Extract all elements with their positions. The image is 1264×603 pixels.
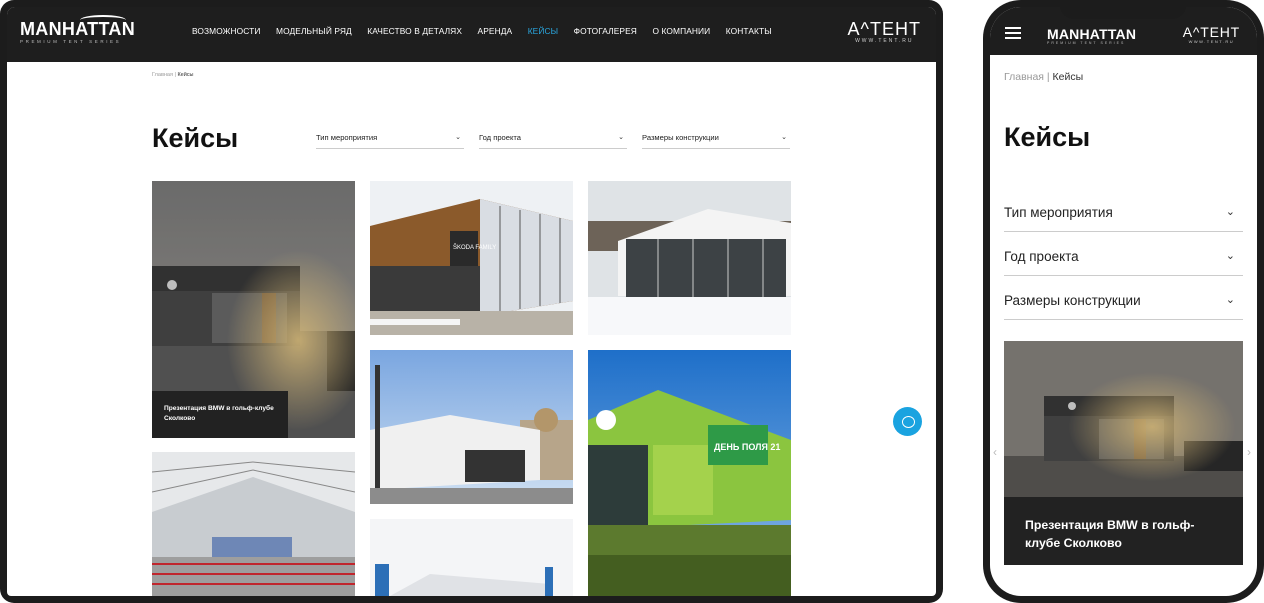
chevron-down-icon: ⌄	[1225, 206, 1235, 218]
case-card-caption: Презентация BMW в гольф-клубе Сколково	[152, 391, 288, 438]
mobile-case-card-bmw[interactable]: Презентация BMW в гольф-клубе Сколково	[1004, 341, 1243, 565]
mobile-page-title: Кейсы	[1004, 122, 1091, 152]
nav-item-o-kompanii[interactable]: О КОМПАНИИ	[652, 26, 710, 36]
breadcrumb: Главная | Кейсы	[152, 72, 194, 78]
mobile-filter-event-type[interactable]: Тип мероприятия ⌄	[1004, 205, 1243, 232]
mobile-filter-construction-size[interactable]: Размеры конструкции ⌄	[1004, 293, 1243, 320]
breadcrumb-home[interactable]: Главная	[152, 72, 173, 78]
manhattan-logo[interactable]: MANHATTAN PREMIUM TENT SERIES	[20, 15, 135, 44]
chevron-right-icon[interactable]: ›	[1247, 445, 1251, 459]
atent-logo[interactable]: А^ТЕНТ WWW.TENT.RU	[848, 20, 921, 44]
filter-event-type[interactable]: Тип мероприятия ⌄	[316, 133, 464, 149]
case-image-white-tent	[370, 519, 573, 596]
filter-construction-size[interactable]: Размеры конструкции ⌄	[642, 133, 790, 149]
breadcrumb-home[interactable]: Главная	[1004, 71, 1044, 83]
breadcrumb-current: Кейсы	[1052, 71, 1084, 83]
desktop-screen: MANHATTAN PREMIUM TENT SERIES ВОЗМОЖНОСТ…	[7, 7, 936, 596]
mobile-case-card-caption: Презентация BMW в гольф-клубе Сколково	[1004, 497, 1243, 565]
filter-project-year[interactable]: Год проекта ⌄	[479, 133, 627, 149]
hamburger-menu-icon[interactable]	[1005, 27, 1021, 39]
mobile-atent-logo[interactable]: А^ТЕНТ WWW.TENT.RU	[1183, 25, 1240, 44]
case-card-hall-interior[interactable]	[152, 452, 355, 596]
case-card-winter-tent[interactable]	[588, 181, 791, 335]
chevron-down-icon: ⌄	[1225, 294, 1235, 306]
nav-item-modelny-ryad[interactable]: МОДЕЛЬНЫЙ РЯД	[276, 26, 352, 36]
mobile-filter-project-year[interactable]: Год проекта ⌄	[1004, 249, 1243, 276]
page-title: Кейсы	[152, 123, 239, 153]
mobile-manhattan-logo[interactable]: MANHATTAN PREMIUM TENT SERIES	[1047, 27, 1136, 45]
nav-item-keysy[interactable]: КЕЙСЫ	[528, 26, 558, 36]
chat-button[interactable]	[893, 407, 922, 436]
nav-item-kontakty[interactable]: КОНТАКТЫ	[726, 26, 772, 36]
nav-item-kachestvo[interactable]: КАЧЕСТВО В ДЕТАЛЯХ	[367, 26, 462, 36]
nav-item-arenda[interactable]: АРЕНДА	[478, 26, 513, 36]
main-nav: ВОЗМОЖНОСТИ МОДЕЛЬНЫЙ РЯД КАЧЕСТВО В ДЕТ…	[192, 26, 787, 36]
chevron-down-icon: ⌄	[781, 134, 787, 141]
case-card-bmw[interactable]: Презентация BMW в гольф-клубе Сколково	[152, 181, 355, 438]
mobile-breadcrumb: Главная | Кейсы	[1004, 71, 1084, 83]
svg-text:ДЕНЬ ПОЛЯ 21: ДЕНЬ ПОЛЯ 21	[714, 442, 780, 452]
mobile-case-image-bmw	[1004, 341, 1243, 497]
case-card-white-tent[interactable]	[370, 519, 573, 596]
chevron-down-icon: ⌄	[455, 134, 461, 141]
nav-item-fotogalereya[interactable]: ФОТОГАЛЕРЕЯ	[574, 26, 637, 36]
chevron-left-icon[interactable]: ‹	[993, 445, 997, 459]
mobile-header: MANHATTAN PREMIUM TENT SERIES А^ТЕНТ WWW…	[990, 7, 1257, 55]
chevron-down-icon: ⌄	[618, 134, 624, 141]
case-card-city-tent[interactable]	[370, 350, 573, 504]
case-image-city	[370, 350, 573, 504]
case-image-hall	[152, 452, 355, 596]
case-image-skoda: ŠKODA FAMILY	[370, 181, 573, 335]
svg-text:ŠKODA FAMILY: ŠKODA FAMILY	[453, 244, 496, 251]
breadcrumb-current: Кейсы	[177, 72, 194, 78]
desktop-device-frame: MANHATTAN PREMIUM TENT SERIES ВОЗМОЖНОСТ…	[0, 0, 943, 603]
phone-notch	[1060, 7, 1186, 19]
case-card-skoda[interactable]: ŠKODA FAMILY	[370, 181, 573, 335]
case-card-green-pavilion[interactable]: ДЕНЬ ПОЛЯ 21	[588, 350, 791, 596]
chevron-down-icon: ⌄	[1225, 250, 1235, 262]
nav-item-vozmozhnosti[interactable]: ВОЗМОЖНОСТИ	[192, 26, 261, 36]
mobile-screen: MANHATTAN PREMIUM TENT SERIES А^ТЕНТ WWW…	[990, 7, 1257, 596]
case-image-winter	[588, 181, 791, 335]
case-image-green: ДЕНЬ ПОЛЯ 21	[588, 350, 791, 596]
site-header: MANHATTAN PREMIUM TENT SERIES ВОЗМОЖНОСТ…	[7, 7, 936, 62]
mobile-device-frame: MANHATTAN PREMIUM TENT SERIES А^ТЕНТ WWW…	[983, 0, 1264, 603]
logo-swoosh-icon	[80, 15, 126, 25]
